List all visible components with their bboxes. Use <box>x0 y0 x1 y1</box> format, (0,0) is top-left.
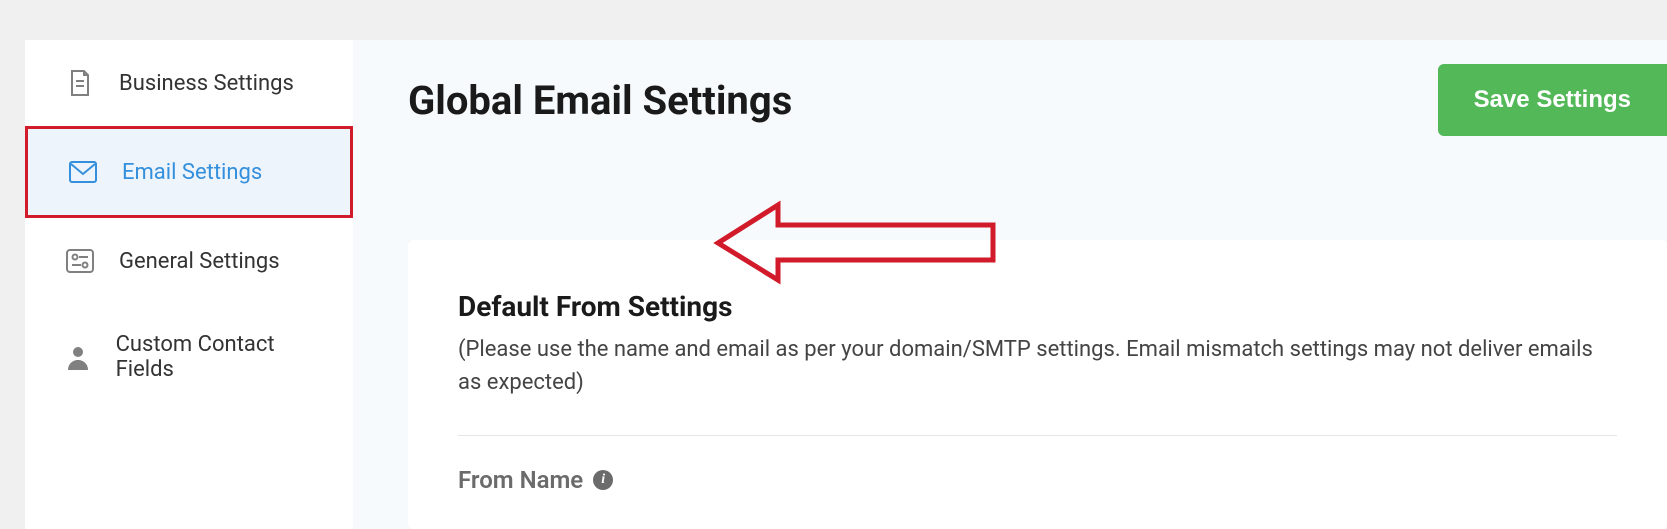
settings-panel-icon <box>65 246 95 276</box>
page-title: Global Email Settings <box>408 77 792 124</box>
app-root: Business Settings Email Settings <box>0 0 1667 529</box>
main-content: Global Email Settings Save Settings Defa… <box>353 40 1667 529</box>
sidebar-item-label: Business Settings <box>119 71 294 96</box>
sidebar-item-label: Email Settings <box>122 160 262 185</box>
from-name-label: From Name <box>458 466 583 494</box>
section-title: Default From Settings <box>458 290 1617 323</box>
sidebar-item-label: Custom Contact Fields <box>116 332 313 382</box>
from-name-label-row: From Name i <box>458 466 1617 494</box>
sidebar-item-custom-contact-fields[interactable]: Custom Contact Fields <box>25 304 353 410</box>
user-icon <box>65 342 92 372</box>
envelope-icon <box>68 157 98 187</box>
save-settings-button[interactable]: Save Settings <box>1438 64 1667 136</box>
sidebar: Business Settings Email Settings <box>25 40 353 529</box>
sidebar-item-business-settings[interactable]: Business Settings <box>25 40 353 126</box>
sidebar-item-label: General Settings <box>119 249 280 274</box>
info-icon[interactable]: i <box>593 470 613 490</box>
settings-card: Default From Settings (Please use the na… <box>408 240 1667 529</box>
divider <box>458 435 1617 436</box>
sidebar-item-general-settings[interactable]: General Settings <box>25 218 353 304</box>
document-icon <box>65 68 95 98</box>
section-description: (Please use the name and email as per yo… <box>458 333 1617 399</box>
page-header: Global Email Settings Save Settings <box>353 40 1667 160</box>
sidebar-item-email-settings[interactable]: Email Settings <box>25 126 353 218</box>
